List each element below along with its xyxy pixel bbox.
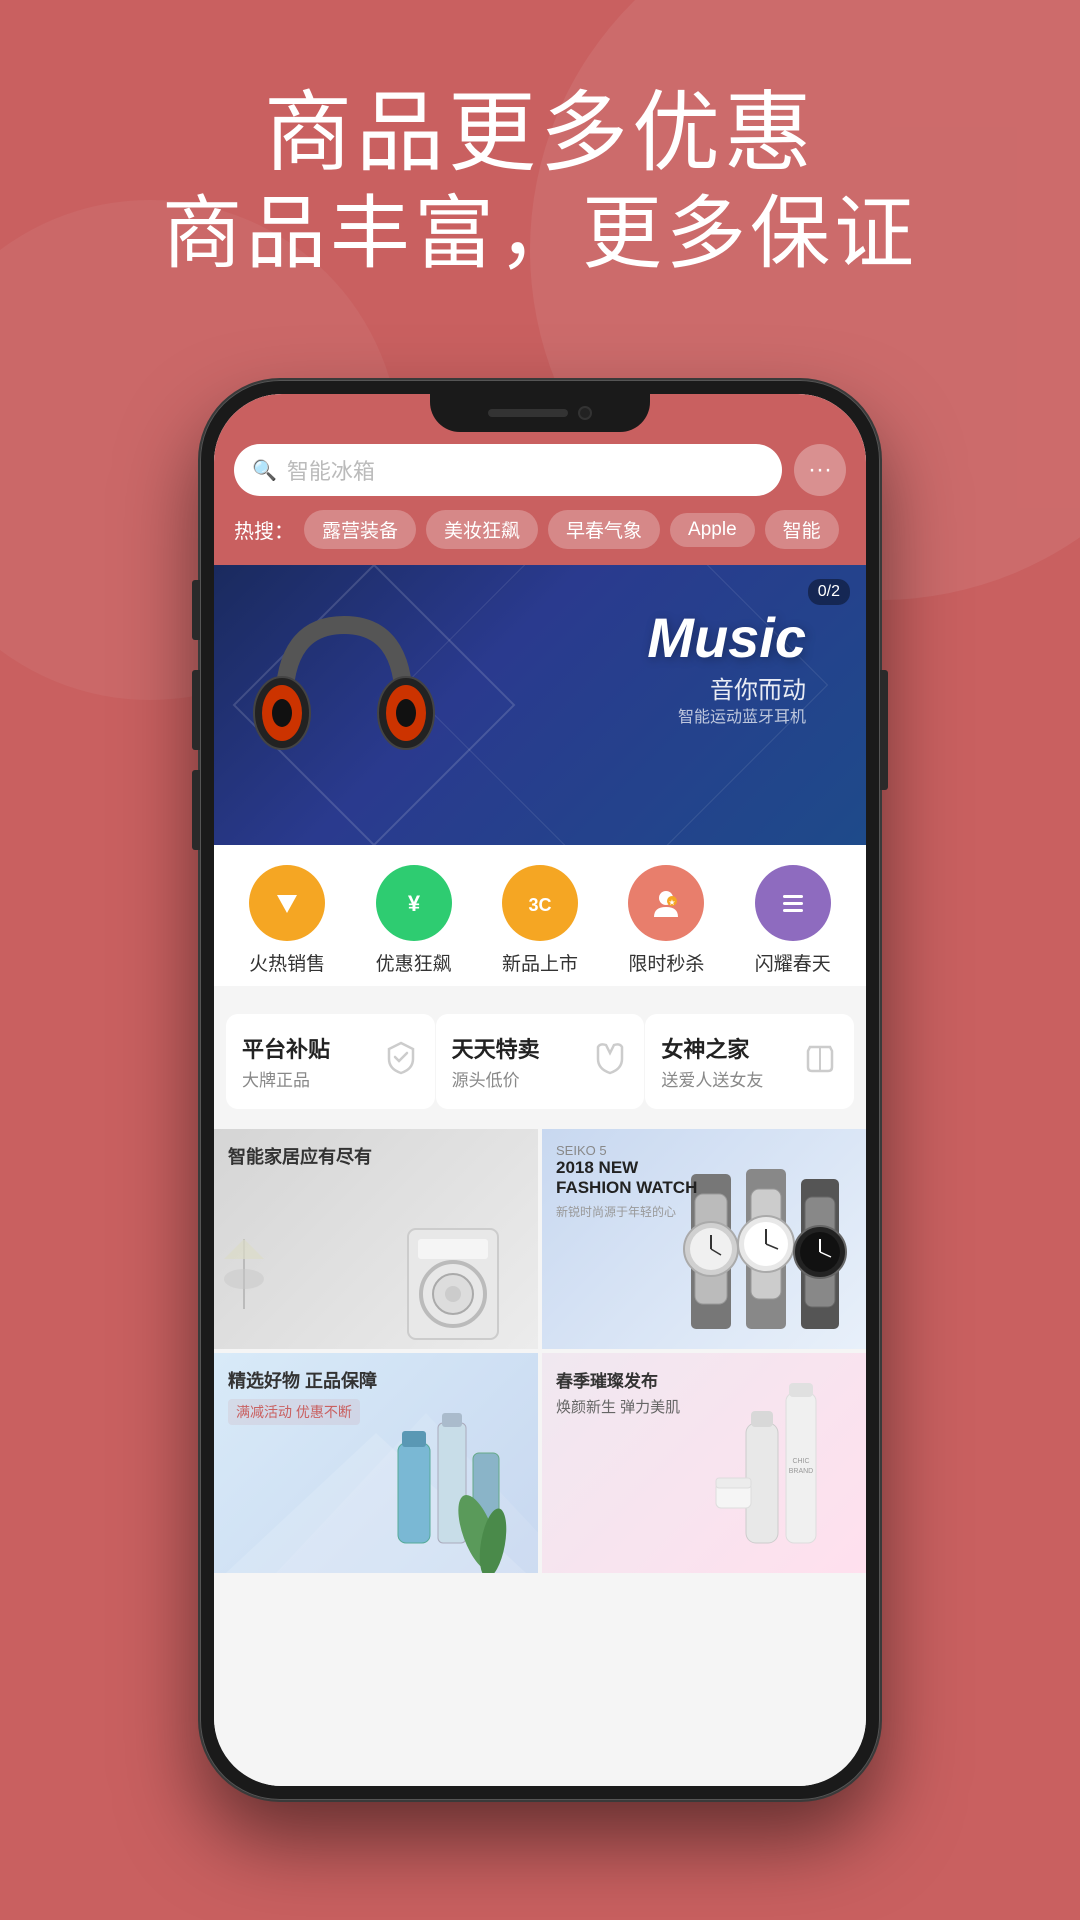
side-button-vol-down [192,770,200,850]
promo-text-0: 平台补贴 大牌正品 [242,1032,371,1091]
promo-text-1: 天天特卖 源头低价 [452,1032,581,1091]
svg-text:CHIC: CHIC [792,1458,809,1465]
banner[interactable]: Music 音你而动 智能运动蓝牙耳机 0/2 [214,565,866,845]
category-icon-4 [755,865,831,941]
category-label-0: 火热销售 [249,949,325,976]
promo-card-0[interactable]: 平台补贴 大牌正品 [226,1014,435,1109]
hero-line2: 商品丰富，更多保证 [0,186,1080,282]
category-icon-3: ★ [628,865,704,941]
hot-tag-0[interactable]: 露营装备 [304,510,416,549]
phone-outer-shell: 🔍 智能冰箱 ··· 热搜： 露营装备 美妆狂飙 早春气象 Apple 智能 [200,380,880,1800]
hot-tag-3[interactable]: Apple [670,513,755,547]
hero-section: 商品更多优惠 商品丰富，更多保证 [0,80,1080,282]
hot-tag-2[interactable]: 早春气象 [548,510,660,549]
promo-section: 平台补贴 大牌正品 天天特卖 源头低价 [214,998,866,1125]
product-img-cosmetic: 精选好物 正品保障 满减活动 优惠不断 [214,1353,538,1573]
svg-text:¥: ¥ [407,891,420,916]
cosmetic-info: 精选好物 正品保障 满减活动 优惠不断 [228,1367,377,1425]
promo-title-2: 女神之家 [661,1032,790,1064]
product-card-smarthome[interactable]: 智能家居应有尽有 [214,1129,538,1349]
category-section: 火热销售 ¥ 优惠狂飙 3C 新品上市 [214,845,866,986]
banner-music-title: Music [647,605,806,670]
promo-card-2[interactable]: 女神之家 送爱人送女友 [645,1014,854,1109]
promo-icon-2 [802,1039,838,1084]
category-icon-0 [249,865,325,941]
promo-subtitle-1: 源头低价 [452,1066,581,1091]
search-placeholder: 智能冰箱 [287,454,375,486]
hot-tag-4[interactable]: 智能 [765,510,839,549]
category-item-2[interactable]: 3C 新品上市 [485,865,595,976]
chat-icon: ··· [808,456,832,484]
hero-line1: 商品更多优惠 [0,80,1080,186]
promo-text-2: 女神之家 送爱人送女友 [661,1032,790,1091]
category-icon-1: ¥ [376,865,452,941]
product-img-skincare: CHIC BRAND 春季璀璨发布 焕颜 [542,1353,866,1573]
side-button-vol-up [192,670,200,750]
promo-subtitle-2: 送爱人送女友 [661,1066,790,1091]
category-item-3[interactable]: ★ 限时秒杀 [611,865,721,976]
product-card-skincare[interactable]: CHIC BRAND 春季璀璨发布 焕颜 [542,1353,866,1573]
product-grid: 智能家居应有尽有 [214,1129,866,1573]
search-bar: 🔍 智能冰箱 ··· [214,444,866,510]
promo-card-1[interactable]: 天天特卖 源头低价 [436,1014,645,1109]
phone-screen: 🔍 智能冰箱 ··· 热搜： 露营装备 美妆狂飙 早春气象 Apple 智能 [214,394,866,1786]
svg-text:3C: 3C [528,895,551,915]
promo-icon-0 [383,1039,419,1084]
promo-subtitle-0: 大牌正品 [242,1066,371,1091]
banner-counter: 0/2 [808,579,850,605]
skincare-info: 春季璀璨发布 焕颜新生 弹力美肌 [556,1367,680,1417]
chat-button[interactable]: ··· [794,444,846,496]
category-item-4[interactable]: 闪耀春天 [738,865,848,976]
search-icon: 🔍 [252,458,277,483]
svg-text:★: ★ [669,898,676,907]
category-item-1[interactable]: ¥ 优惠狂飙 [359,865,469,976]
side-button-mute [192,580,200,640]
notch-camera [578,406,592,420]
category-label-1: 优惠狂飙 [376,949,452,976]
promo-icon-1 [592,1039,628,1084]
product-img-smarthome: 智能家居应有尽有 [214,1129,538,1349]
category-label-3: 限时秒杀 [628,949,704,976]
headphone-illustration [234,585,474,825]
side-button-power [880,670,888,790]
search-input-wrap[interactable]: 🔍 智能冰箱 [234,444,782,496]
hot-tag-1[interactable]: 美妆狂飙 [426,510,538,549]
watch-info: SEIKO 5 2018 NEWFASHION WATCH 新锐时尚源于年轻的心 [556,1143,697,1220]
product-card-watch[interactable]: SEIKO 5 2018 NEWFASHION WATCH 新锐时尚源于年轻的心 [542,1129,866,1349]
phone-notch [430,394,650,432]
svg-text:BRAND: BRAND [789,1468,814,1475]
notch-speaker [488,409,568,417]
category-label-4: 闪耀春天 [755,949,831,976]
product-img-watch: SEIKO 5 2018 NEWFASHION WATCH 新锐时尚源于年轻的心 [542,1129,866,1349]
phone-mockup: 🔍 智能冰箱 ··· 热搜： 露营装备 美妆狂飙 早春气象 Apple 智能 [200,380,880,1800]
promo-title-1: 天天特卖 [452,1032,581,1064]
promo-title-0: 平台补贴 [242,1032,371,1064]
product-card-cosmetic[interactable]: 精选好物 正品保障 满减活动 优惠不断 [214,1353,538,1573]
smarthome-label: 智能家居应有尽有 [228,1143,372,1169]
banner-desc: 智能运动蓝牙耳机 [678,703,806,727]
hot-search-bar: 热搜： 露营装备 美妆狂飙 早春气象 Apple 智能 [214,510,866,565]
category-label-2: 新品上市 [502,949,578,976]
category-icon-2: 3C [502,865,578,941]
hot-search-label: 热搜： [234,515,294,544]
banner-subtitle: 音你而动 [710,670,806,705]
category-item-0[interactable]: 火热销售 [232,865,342,976]
app-content: 🔍 智能冰箱 ··· 热搜： 露营装备 美妆狂飙 早春气象 Apple 智能 [214,394,866,1786]
